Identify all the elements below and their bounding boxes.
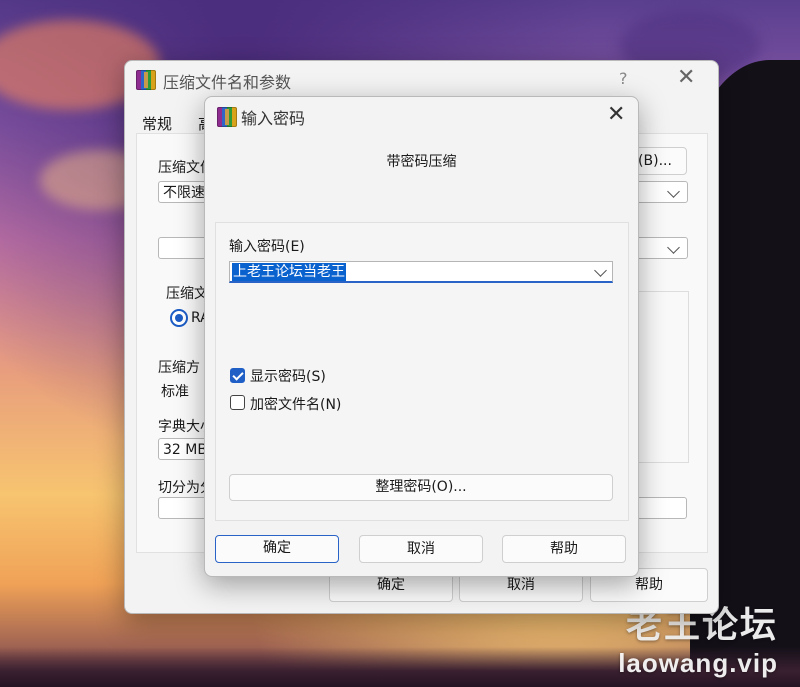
close-icon[interactable]: ✕: [607, 102, 625, 127]
options-group: [637, 291, 689, 463]
method-value[interactable]: 标准: [161, 381, 189, 401]
show-password-label[interactable]: 显示密码(S): [250, 366, 326, 386]
organize-passwords-button[interactable]: 整理密码(O)...: [229, 474, 613, 501]
chevron-down-icon[interactable]: [594, 264, 607, 277]
method-label: 压缩方: [158, 360, 200, 376]
split-unit-input[interactable]: [637, 497, 687, 519]
chevron-down-icon: [667, 241, 680, 254]
split-input[interactable]: [158, 497, 208, 519]
help-button-label: 帮助: [635, 577, 663, 593]
encrypt-filenames-label[interactable]: 加密文件名(N): [250, 394, 341, 414]
dialog-cancel-label: 取消: [407, 541, 435, 557]
dictionary-value: 32 MB: [163, 442, 207, 458]
password-input[interactable]: 上老王论坛当老王: [229, 261, 613, 283]
dialog-ok-button[interactable]: 确定: [215, 535, 339, 563]
chevron-down-icon: [667, 185, 680, 198]
ok-button-label: 确定: [377, 577, 405, 593]
format-label: 压缩文: [166, 286, 208, 302]
password-dialog: 输入密码 ✕ 带密码压缩 输入密码(E) 上老王论坛当老王 显示密码(S) 加密…: [204, 96, 639, 577]
dialog-ok-label: 确定: [263, 540, 291, 556]
dialog-title: 输入密码: [241, 109, 306, 128]
dialog-subtitle: 带密码压缩: [386, 154, 457, 170]
dialog-title-bar: 输入密码 ✕: [205, 97, 638, 133]
password-value: 上老王论坛当老王: [232, 263, 346, 281]
password-label: 输入密码(E): [229, 239, 305, 255]
tab-general[interactable]: 常规: [142, 113, 172, 134]
dialog-help-button[interactable]: 帮助: [502, 535, 626, 563]
browse-button-label: (B)...: [638, 153, 672, 169]
show-password-checkbox[interactable]: [230, 368, 245, 383]
winrar-icon: [136, 70, 156, 90]
dialog-help-label: 帮助: [550, 541, 578, 557]
window-title: 压缩文件名和参数: [163, 73, 292, 92]
help-icon[interactable]: ?: [619, 69, 628, 88]
close-icon[interactable]: ✕: [677, 65, 695, 90]
watermark-url: laowang.vip: [618, 648, 778, 678]
dictionary-select[interactable]: 32 MB: [158, 438, 208, 460]
dialog-cancel-button[interactable]: 取消: [359, 535, 483, 563]
organize-passwords-label: 整理密码(O)...: [375, 479, 467, 495]
update-mode-value: 不限速: [163, 185, 205, 201]
winrar-icon: [217, 107, 237, 127]
rar-format-radio[interactable]: [170, 309, 188, 327]
cancel-button-label: 取消: [507, 577, 535, 593]
title-bar: 压缩文件名和参数 ? ✕: [125, 61, 718, 97]
encrypt-filenames-checkbox[interactable]: [230, 395, 245, 410]
